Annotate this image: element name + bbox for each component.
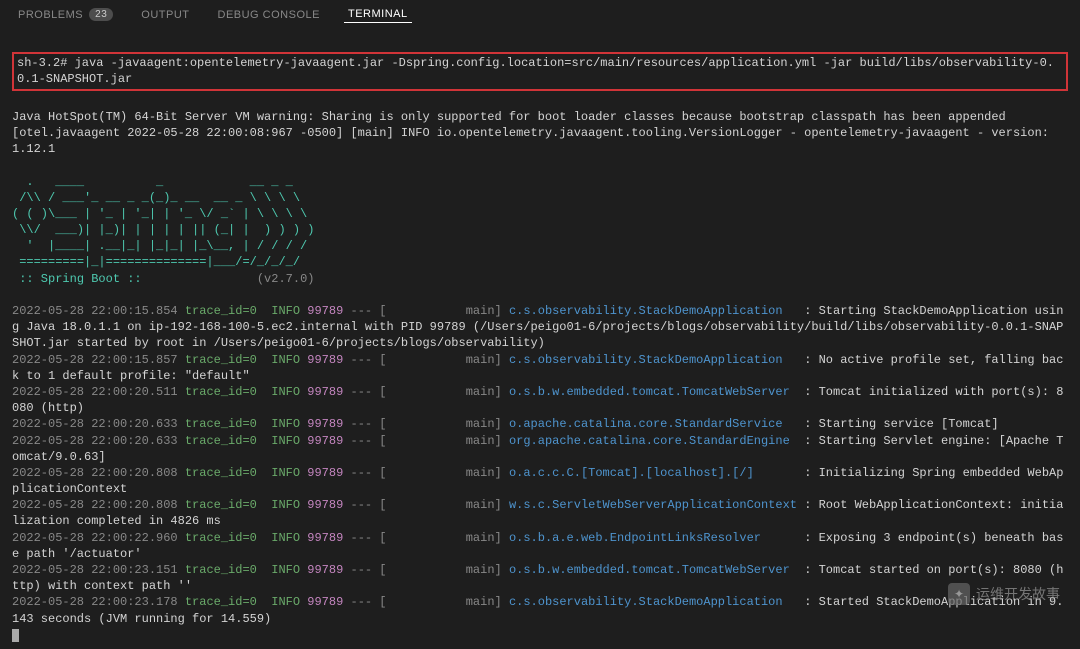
log-line: 2022-05-28 22:00:23.178 trace_id=0 INFO … — [12, 594, 1068, 626]
spring-banner-l6: =========|_|==============|___/=/_/_/_/ — [12, 255, 300, 269]
log-line: 2022-05-28 22:00:20.808 trace_id=0 INFO … — [12, 465, 1068, 497]
agent-version-line: [otel.javaagent 2022-05-28 22:00:08:967 … — [12, 126, 1056, 156]
log-line: 2022-05-28 22:00:20.808 trace_id=0 INFO … — [12, 497, 1068, 529]
log-line: 2022-05-28 22:00:23.151 trace_id=0 INFO … — [12, 562, 1068, 594]
log-line: 2022-05-28 22:00:20.633 trace_id=0 INFO … — [12, 416, 1068, 432]
spring-boot-spacer — [149, 272, 257, 286]
tab-debug-console[interactable]: DEBUG CONSOLE — [214, 7, 324, 23]
terminal-output[interactable]: sh-3.2# java -javaagent:opentelemetry-ja… — [0, 30, 1080, 649]
problems-count-badge: 23 — [89, 8, 113, 21]
tab-problems[interactable]: PROBLEMS 23 — [14, 6, 117, 23]
shell-prompt: sh-3.2# — [17, 56, 75, 70]
log-output: 2022-05-28 22:00:15.854 trace_id=0 INFO … — [12, 303, 1068, 627]
log-line: 2022-05-28 22:00:20.633 trace_id=0 INFO … — [12, 433, 1068, 465]
spring-banner-l5: ' |____| .__|_| |_|_| |_\__, | / / / / — [12, 239, 307, 253]
log-line: 2022-05-28 22:00:22.960 trace_id=0 INFO … — [12, 530, 1068, 562]
spring-banner-l3: ( ( )\___ | '_ | '_| | '_ \/ _` | \ \ \ … — [12, 207, 307, 221]
spring-banner-l4: \\/ ___)| |_)| | | | | || (_| | ) ) ) ) — [12, 223, 314, 237]
watermark: ✦ 运维开发故事 — [948, 583, 1060, 605]
spring-banner-l2: /\\ / ___'_ __ _ _(_)_ __ __ _ \ \ \ \ — [12, 191, 300, 205]
log-line: 2022-05-28 22:00:20.511 trace_id=0 INFO … — [12, 384, 1068, 416]
wechat-icon: ✦ — [948, 583, 970, 605]
tab-output[interactable]: OUTPUT — [137, 7, 193, 23]
jvm-warning: Java HotSpot(TM) 64-Bit Server VM warnin… — [12, 110, 1006, 124]
spring-banner-l1: . ____ _ __ _ _ — [12, 175, 293, 189]
command-text: java -javaagent:opentelemetry-javaagent.… — [17, 56, 1054, 86]
highlighted-command: sh-3.2# java -javaagent:opentelemetry-ja… — [12, 52, 1068, 90]
spring-boot-version: (v2.7.0) — [257, 272, 315, 286]
log-line: 2022-05-28 22:00:15.854 trace_id=0 INFO … — [12, 303, 1068, 352]
watermark-text: 运维开发故事 — [976, 584, 1060, 604]
tab-problems-label: PROBLEMS — [18, 9, 83, 21]
spring-boot-label: :: Spring Boot :: — [12, 272, 149, 286]
terminal-cursor — [12, 629, 19, 642]
tab-terminal[interactable]: TERMINAL — [344, 6, 412, 23]
panel-tabs: PROBLEMS 23 OUTPUT DEBUG CONSOLE TERMINA… — [0, 0, 1080, 30]
log-line: 2022-05-28 22:00:15.857 trace_id=0 INFO … — [12, 352, 1068, 384]
